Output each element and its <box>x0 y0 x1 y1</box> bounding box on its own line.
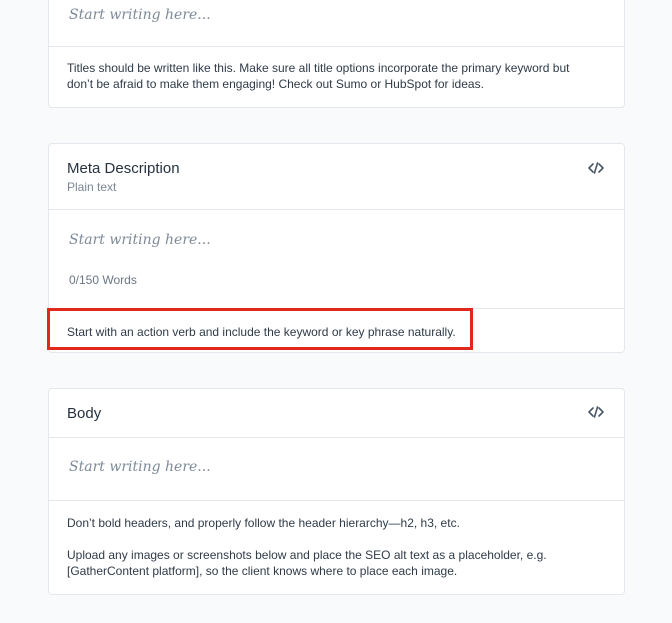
title-guideline-text: Titles should be written like this. Make… <box>67 61 570 91</box>
code-icon[interactable] <box>588 162 604 174</box>
title-placeholder: Start writing here... <box>69 7 211 23</box>
title-editor[interactable]: Start writing here... <box>49 0 624 47</box>
meta-description-title: Meta Description <box>67 160 180 177</box>
body-header: Body <box>49 389 624 438</box>
meta-description-header: Meta Description Plain text <box>49 144 624 210</box>
word-count: 0/150 Words <box>69 273 137 287</box>
body-editor[interactable]: Start writing here... <box>49 438 624 501</box>
title-guideline: Titles should be written like this. Make… <box>49 47 624 107</box>
meta-description-subtitle: Plain text <box>67 180 117 194</box>
body-guideline-text-1: Don’t bold headers, and properly follow … <box>67 516 460 530</box>
body-placeholder: Start writing here... <box>69 459 211 475</box>
title-card: Start writing here... Titles should be w… <box>48 0 625 108</box>
highlight-annotation-box <box>47 308 473 350</box>
body-card: Body Start writing here... Don’t bold he… <box>48 388 625 595</box>
body-title: Body <box>67 405 102 422</box>
body-guideline: Don’t bold headers, and properly follow … <box>49 501 624 594</box>
code-icon[interactable] <box>588 406 604 418</box>
meta-description-placeholder: Start writing here... <box>69 232 211 248</box>
body-guideline-text-2: Upload any images or screenshots below a… <box>67 548 547 578</box>
meta-description-editor[interactable]: Start writing here... 0/150 Words <box>49 210 624 309</box>
